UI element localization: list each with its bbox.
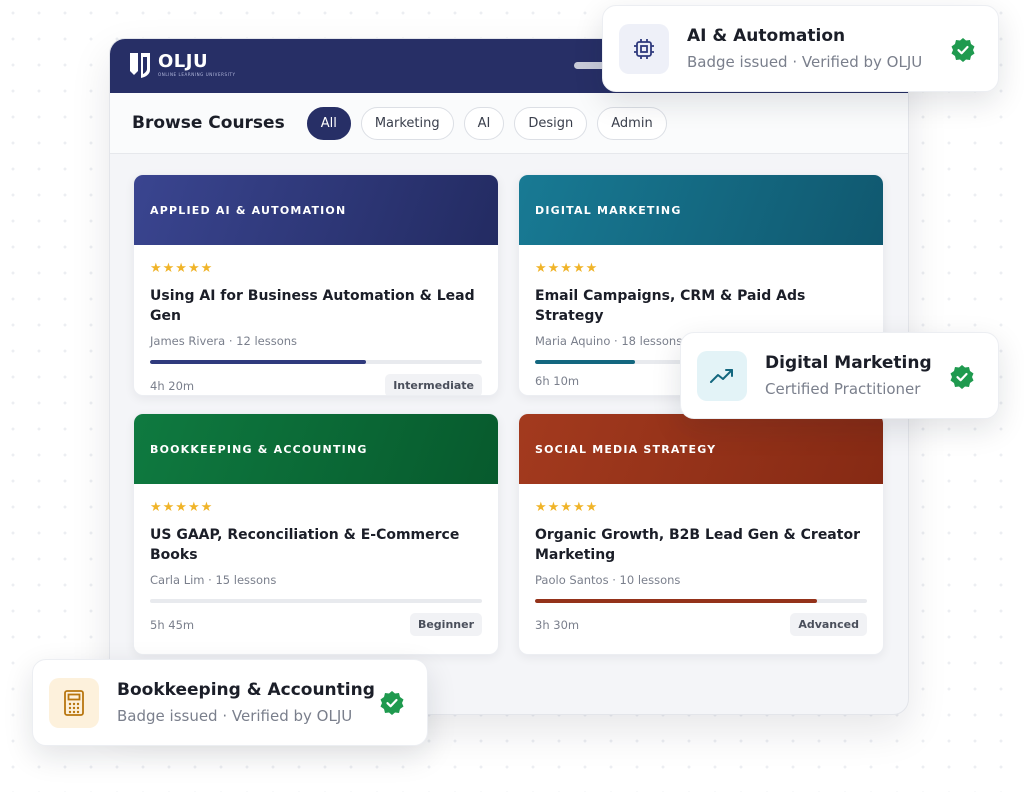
badge-notification[interactable]: Digital Marketing Certified Practitioner: [680, 332, 999, 419]
course-card[interactable]: BOOKKEEPING & ACCOUNTING ★★★★★ US GAAP, …: [133, 413, 499, 655]
notification-subtitle: Badge issued · Verified by OLJU: [117, 707, 353, 725]
rating-stars: ★★★★★: [150, 500, 214, 515]
progress-fill: [535, 360, 635, 364]
brand-subtitle: ONLINE LEARNING UNIVERSITY: [158, 72, 236, 77]
notification-title: Bookkeeping & Accounting: [117, 680, 375, 700]
course-category: SOCIAL MEDIA STRATEGY: [535, 442, 717, 456]
course-title: Using AI for Business Automation & Lead …: [150, 288, 475, 324]
course-card-header: SOCIAL MEDIA STRATEGY: [519, 414, 883, 484]
progress-bar: [150, 599, 482, 603]
notification-title: AI & Automation: [687, 26, 846, 46]
notification-subtitle: Badge issued · Verified by OLJU: [687, 53, 923, 71]
badge-notification[interactable]: AI & Automation Badge issued · Verified …: [602, 5, 999, 92]
course-card[interactable]: SOCIAL MEDIA STRATEGY ★★★★★ Organic Grow…: [518, 413, 884, 655]
brand-name: OLJU: [158, 51, 209, 72]
olju-shield-icon: [130, 53, 150, 78]
filter-chip-marketing[interactable]: Marketing: [360, 106, 454, 140]
course-title: US GAAP, Reconciliation & E-Commerce Boo…: [150, 527, 460, 563]
verified-check-icon: [950, 365, 974, 389]
level-badge: Intermediate: [385, 374, 482, 395]
course-duration: 6h 10m: [535, 374, 580, 388]
trending-up-icon: [697, 350, 747, 401]
course-meta: Carla Lim · 15 lessons: [150, 573, 277, 587]
progress-fill: [150, 360, 366, 364]
badge-notification[interactable]: Bookkeeping & Accounting Badge issued · …: [32, 659, 428, 746]
calculator-icon: [49, 677, 99, 728]
filter-chip-design[interactable]: Design: [514, 106, 588, 140]
logo[interactable]: OLJU ONLINE LEARNING UNIVERSITY: [128, 51, 236, 79]
course-meta: James Rivera · 12 lessons: [150, 334, 298, 348]
course-card-header: BOOKKEEPING & ACCOUNTING: [134, 414, 498, 484]
course-duration: 3h 30m: [535, 617, 580, 632]
course-category: BOOKKEEPING & ACCOUNTING: [150, 442, 368, 456]
course-category: DIGITAL MARKETING: [535, 203, 682, 217]
course-category: APPLIED AI & AUTOMATION: [150, 203, 347, 217]
course-duration: 4h 20m: [150, 378, 195, 393]
chip-icon: [619, 23, 669, 74]
course-duration: 5h 45m: [150, 617, 195, 632]
filter-chip-ai[interactable]: AI: [463, 106, 505, 140]
course-title: Email Campaigns, CRM & Paid Ads Strategy: [535, 288, 806, 324]
page-title: Browse Courses: [132, 113, 285, 133]
filter-chip-admin[interactable]: Admin: [597, 106, 667, 140]
progress-bar: [535, 599, 867, 603]
level-badge: Advanced: [790, 613, 867, 636]
progress-fill: [535, 599, 818, 603]
course-card[interactable]: APPLIED AI & AUTOMATION ★★★★★ Using AI f…: [133, 174, 499, 396]
course-title: Organic Growth, B2B Lead Gen & Creator M…: [535, 527, 860, 563]
course-card-header: DIGITAL MARKETING: [519, 175, 883, 245]
notification-subtitle: Certified Practitioner: [765, 380, 921, 398]
rating-stars: ★★★★★: [535, 500, 599, 515]
verified-check-icon: [380, 691, 404, 715]
progress-bar: [150, 360, 482, 364]
course-card-header: APPLIED AI & AUTOMATION: [134, 175, 498, 245]
filter-bar: Browse Courses All Marketing AI Design A…: [110, 93, 908, 154]
rating-stars: ★★★★★: [150, 261, 214, 276]
level-badge: Beginner: [409, 613, 482, 636]
course-meta: Paolo Santos · 10 lessons: [535, 573, 681, 587]
filter-chip-all[interactable]: All: [306, 106, 351, 140]
verified-check-icon: [951, 38, 975, 62]
rating-stars: ★★★★★: [535, 261, 599, 276]
notification-title: Digital Marketing: [765, 353, 932, 373]
